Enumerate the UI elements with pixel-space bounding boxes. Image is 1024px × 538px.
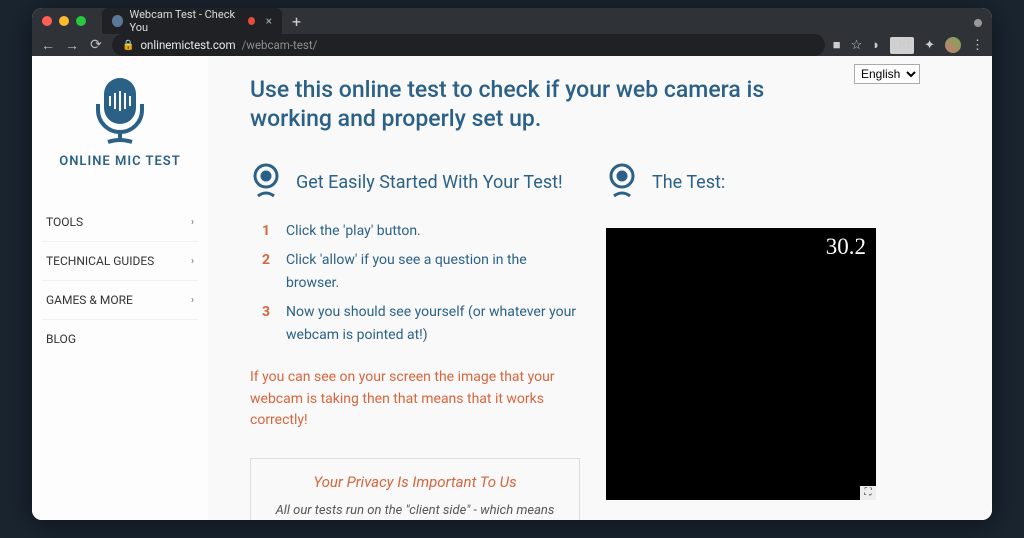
webcam-icon xyxy=(606,162,638,204)
page-content: English xyxy=(32,56,992,520)
puzzle-icon[interactable]: ✦ xyxy=(924,38,935,53)
lock-icon: 🔒 xyxy=(122,40,134,51)
extension-icon[interactable]: ◗ xyxy=(872,37,880,53)
page-heading: Use this online test to check if your we… xyxy=(250,76,810,134)
browser-tab[interactable]: Webcam Test - Check You × xyxy=(102,8,282,34)
url-field[interactable]: 🔒 onlinemictest.com/webcam-test/ xyxy=(112,34,825,56)
account-icon[interactable] xyxy=(974,19,982,27)
microphone-icon xyxy=(82,76,158,146)
bookmark-icon[interactable]: ☆ xyxy=(851,38,863,53)
fullscreen-icon[interactable]: ⛶ xyxy=(860,486,876,500)
window-maximize-button[interactable] xyxy=(76,16,86,26)
extension-icons: ■ ☆ ◗ Off ✦ ⋮ xyxy=(833,37,984,54)
webcam-preview[interactable]: 30.2 ⛶ xyxy=(606,228,876,500)
site-logo[interactable]: ONLINE MIC TEST xyxy=(42,76,198,181)
back-icon[interactable]: ← xyxy=(40,37,56,54)
forward-icon[interactable]: → xyxy=(64,37,80,54)
sidebar-item-games-more[interactable]: GAMES & MORE › xyxy=(42,280,198,319)
sidebar-item-technical-guides[interactable]: TECHNICAL GUIDES › xyxy=(42,241,198,280)
instructions-column: Get Easily Started With Your Test! Click… xyxy=(250,162,580,521)
tab-title: Webcam Test - Check You xyxy=(130,8,241,34)
fps-counter: 30.2 xyxy=(826,234,866,260)
extension-off-badge[interactable]: Off xyxy=(890,37,914,54)
recording-indicator-icon xyxy=(248,17,255,25)
new-tab-button[interactable]: + xyxy=(292,12,301,31)
success-note: If you can see on your screen the image … xyxy=(250,367,580,432)
sidebar-item-tools[interactable]: TOOLS › xyxy=(42,203,198,241)
chevron-right-icon: › xyxy=(191,217,194,228)
step-item: Click the 'play' button. xyxy=(262,220,580,243)
steps-list: Click the 'play' button. Click 'allow' i… xyxy=(262,220,580,347)
sidebar: ONLINE MIC TEST TOOLS › TECHNICAL GUIDES… xyxy=(32,56,208,520)
sidebar-menu: TOOLS › TECHNICAL GUIDES › GAMES & MORE … xyxy=(42,203,198,358)
step-item: Click 'allow' if you see a question in t… xyxy=(262,249,580,295)
sidebar-item-blog[interactable]: BLOG xyxy=(42,319,198,358)
language-select[interactable]: English xyxy=(854,64,920,84)
started-heading: Get Easily Started With Your Test! xyxy=(250,162,580,204)
favicon-icon xyxy=(112,15,123,27)
address-bar: ← → ⟳ 🔒 onlinemictest.com/webcam-test/ ■… xyxy=(32,34,992,56)
main-content: Use this online test to check if your we… xyxy=(208,56,992,520)
tab-close-icon[interactable]: × xyxy=(266,14,272,28)
sidebar-item-label: BLOG xyxy=(46,332,76,346)
url-host: onlinemictest.com xyxy=(140,38,235,52)
privacy-body: All our tests run on the "client side" -… xyxy=(269,501,561,520)
chevron-right-icon: › xyxy=(191,256,194,267)
titlebar: Webcam Test - Check You × + xyxy=(32,8,992,34)
chevron-right-icon: › xyxy=(191,295,194,306)
sidebar-item-label: TECHNICAL GUIDES xyxy=(46,254,154,268)
logo-text: ONLINE MIC TEST xyxy=(42,154,198,169)
test-title: The Test: xyxy=(652,172,725,193)
window-close-button[interactable] xyxy=(42,16,52,26)
window-controls xyxy=(42,16,86,26)
started-title: Get Easily Started With Your Test! xyxy=(296,172,563,193)
menu-icon[interactable]: ⋮ xyxy=(971,38,984,53)
privacy-title: Your Privacy Is Important To Us xyxy=(269,473,561,491)
url-path: /webcam-test/ xyxy=(242,38,318,52)
privacy-box: Your Privacy Is Important To Us All our … xyxy=(250,458,580,520)
browser-window: Webcam Test - Check You × + ← → ⟳ 🔒 onli… xyxy=(32,8,992,520)
test-column: The Test: 30.2 ⛶ xyxy=(606,162,970,521)
step-item: Now you should see yourself (or whatever… xyxy=(262,301,580,347)
titlebar-right xyxy=(974,12,982,31)
camera-indicator-icon[interactable]: ■ xyxy=(833,37,841,53)
reload-icon[interactable]: ⟳ xyxy=(88,37,104,53)
profile-avatar[interactable] xyxy=(945,37,961,53)
webcam-icon xyxy=(250,162,282,204)
sidebar-item-label: TOOLS xyxy=(46,215,83,229)
window-minimize-button[interactable] xyxy=(59,16,69,26)
test-heading: The Test: xyxy=(606,162,970,204)
sidebar-item-label: GAMES & MORE xyxy=(46,293,133,307)
